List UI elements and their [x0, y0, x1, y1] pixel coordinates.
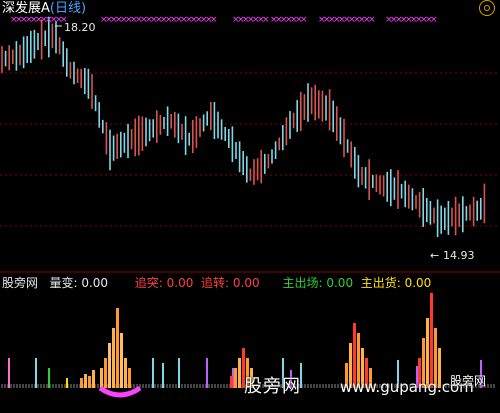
signal-spike: [35, 358, 37, 388]
volume-bar: [80, 378, 83, 388]
low-price-marker: ← 14.93: [430, 249, 475, 262]
signal-spike: [8, 358, 10, 388]
volume-bar: [124, 358, 127, 388]
volume-bar: [230, 376, 233, 388]
volume-bar: [120, 333, 123, 388]
indicator-item-zhuchuhuo: 主出货: 0.00: [360, 276, 432, 290]
chart-title: 深发展A(日线): [2, 2, 86, 16]
volume-bar: [100, 368, 103, 388]
stock-name: 深发展A: [2, 1, 50, 16]
price-gridlines: [0, 72, 500, 227]
indicator-item-zhuizhuan: 追转: 0.00: [201, 276, 260, 290]
volume-bar: [112, 328, 115, 388]
volume-bar: [92, 370, 95, 388]
signal-spike: [48, 368, 50, 388]
accumulation-arc: [98, 385, 142, 398]
chart-canvas: ××××××××××× ××××××××××××××××××××××× ××××××…: [0, 15, 500, 398]
signal-marker: ×: [210, 15, 218, 25]
signal-spike: [66, 378, 68, 388]
low-price-label: 14.93: [443, 249, 475, 262]
period-label: (日线): [49, 1, 87, 16]
signal-spike: [162, 363, 164, 388]
volume-bar: [238, 358, 241, 388]
period-toggle-icon[interactable]: [479, 0, 495, 16]
candlestick-series[interactable]: [1, 16, 486, 237]
volume-bar: [108, 343, 111, 388]
signal-spike: [206, 358, 208, 388]
signal-marker: ×: [262, 15, 270, 25]
volume-bar: [116, 308, 119, 388]
volume-bar: [104, 358, 107, 388]
volume-bar: [128, 368, 131, 388]
indicator-item-zhuchuchang: 主出场: 0.00: [282, 276, 354, 290]
volume-bar: [88, 376, 91, 388]
signal-marker: ×: [368, 15, 376, 25]
signal-marker: ×: [300, 15, 308, 25]
volume-bar: [430, 293, 433, 388]
volume-bar: [234, 368, 237, 388]
signal-spike: [178, 358, 180, 388]
indicator-title: 股旁网: [2, 276, 39, 290]
volume-bar: [84, 374, 87, 388]
signal-spike: [152, 358, 154, 388]
watermark-site-name: 股旁网: [244, 376, 301, 397]
chart-window: × × × × × × × × × × × × × × × × × × × × × × × × × × × × × × × × × × × × × × × ×…: [0, 0, 500, 413]
signal-marker: ×: [430, 15, 438, 25]
low-price-arrow: ←: [430, 249, 439, 262]
indicator-header: 股旁网 量变: 0.00 追突: 0.00 追转: 0.00 主出场: 0.00…: [2, 276, 431, 290]
indicator-item-zhuitu: 追突: 0.00: [134, 276, 194, 290]
high-price-label: 18.20: [64, 21, 96, 34]
indicator-item-liangbian: 量变: 0.00: [49, 276, 109, 290]
watermark-brand: 股旁网: [450, 374, 487, 388]
